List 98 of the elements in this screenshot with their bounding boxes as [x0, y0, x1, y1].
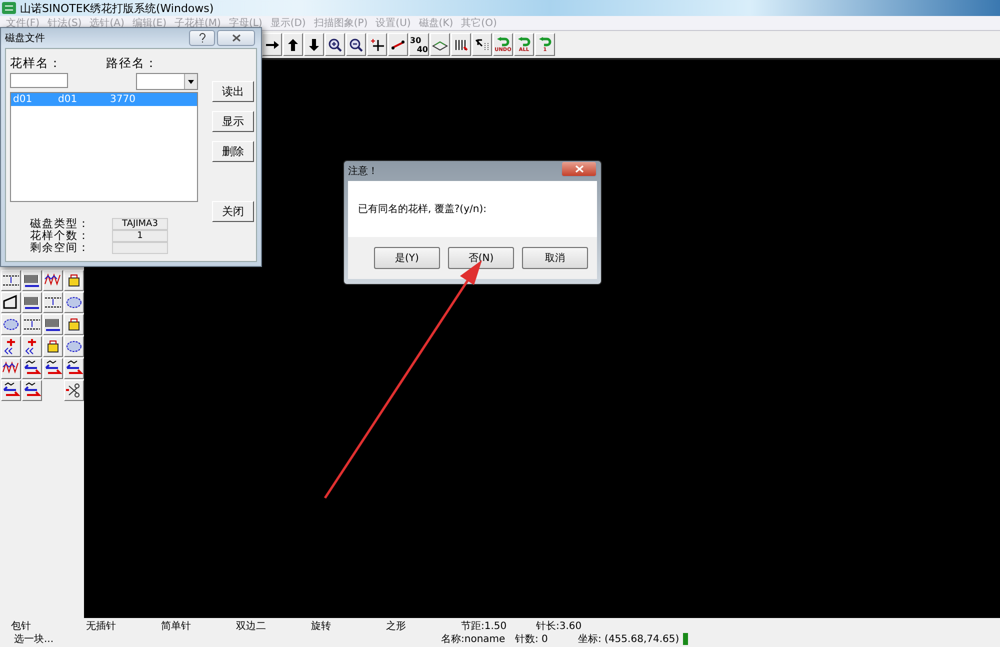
- stitch-tool-button[interactable]: [22, 292, 42, 313]
- close-icon: [232, 34, 240, 42]
- dialog-button[interactable]: 显示: [212, 111, 254, 132]
- zoom-in-icon: [327, 38, 343, 52]
- close-button[interactable]: [217, 30, 255, 46]
- stitches-button[interactable]: [451, 33, 471, 56]
- dialog-button[interactable]: 读出: [212, 81, 254, 102]
- stitch-tool-button[interactable]: [64, 270, 84, 291]
- plus-icon: [369, 38, 385, 52]
- path-label: 路径名：: [106, 55, 158, 72]
- stitch-tool-button[interactable]: [43, 292, 63, 313]
- fill-icon: [2, 316, 20, 333]
- info-value: TAJIMA3: [112, 218, 168, 230]
- status-text: 之形: [386, 620, 407, 633]
- stitch-tool-button[interactable]: [64, 292, 84, 313]
- stitch-tool-button[interactable]: [22, 336, 42, 357]
- pointer-icon: [474, 38, 490, 52]
- arrow-down-button[interactable]: [304, 33, 324, 56]
- layers-button[interactable]: [430, 33, 450, 56]
- status-text: 针长:3.60: [536, 620, 583, 633]
- file-row[interactable]: d01 d01 3770: [11, 93, 197, 106]
- caret-icon: [188, 80, 194, 84]
- empty-value-field: [112, 242, 168, 254]
- stitch-tool-button[interactable]: [43, 270, 63, 291]
- satin-stitch-icon: [23, 272, 41, 289]
- stitch-count: 针数: 0: [515, 633, 549, 646]
- zoom-out-icon: [348, 38, 364, 52]
- status-text: 双边二: [236, 620, 267, 633]
- fill-icon: [65, 338, 83, 355]
- stitch-tool-button[interactable]: [43, 314, 63, 335]
- dialog-button[interactable]: 删除: [212, 141, 254, 162]
- close-dialog-button[interactable]: 关闭: [212, 201, 254, 222]
- swap-arrows-icon: [65, 360, 83, 377]
- arrow-right-button[interactable]: [262, 33, 282, 56]
- stitch-tool-button[interactable]: [64, 314, 84, 335]
- stitch-tool-button[interactable]: [1, 292, 21, 313]
- stitch-tool-button[interactable]: [64, 336, 84, 357]
- arrow-up-button[interactable]: [283, 33, 303, 56]
- stitch-tool-button[interactable]: [43, 336, 63, 357]
- alert-message: 已有同名的花样, 覆盖?(y/n):: [358, 202, 486, 216]
- stitch-tool-button[interactable]: [1, 380, 21, 401]
- alert-title: 注意！: [348, 164, 378, 178]
- status-name: 名称:noname: [441, 633, 506, 646]
- slant-icon: [2, 294, 20, 311]
- info-value: 1: [112, 230, 168, 242]
- stitch-tool-button[interactable]: [22, 314, 42, 335]
- swap-arrows-icon: [44, 360, 62, 377]
- stitch-tool-button[interactable]: [1, 314, 21, 335]
- pattern-name-field[interactable]: [10, 73, 68, 88]
- dialog-title: 磁盘文件: [5, 32, 45, 45]
- status-indicator: [683, 633, 688, 645]
- coordinates: 坐标: (455.68,74.65): [578, 632, 680, 646]
- satin-stitch-icon: [23, 294, 41, 311]
- swap-arrows-icon: [23, 382, 41, 399]
- alert-button[interactable]: 是(Y): [374, 247, 440, 269]
- add-point-button[interactable]: [367, 33, 387, 56]
- status-text: 包针: [11, 620, 32, 633]
- scale-button[interactable]: 30 40: [409, 33, 429, 56]
- swap-arrows-icon: [2, 382, 20, 399]
- stitch-tool-button[interactable]: [22, 380, 42, 401]
- status-text: 简单针: [161, 620, 192, 633]
- status-hint: 选一块...: [14, 632, 55, 646]
- line-button[interactable]: [388, 33, 408, 56]
- undo-icon: [538, 36, 552, 48]
- info-label: 花样个数：: [30, 230, 91, 242]
- stitch-tool-button[interactable]: [64, 358, 84, 379]
- window-title: 山诺SINOTEK绣花打版系统(Windows): [20, 0, 214, 16]
- stitch-tool-button[interactable]: [43, 358, 63, 379]
- stitch-tool-button[interactable]: [64, 380, 84, 401]
- swap-arrows-icon: [23, 360, 41, 377]
- help-icon: [198, 33, 206, 43]
- help-button[interactable]: [189, 30, 215, 46]
- info-label: 剩余空间：: [30, 242, 91, 254]
- stitch-tool-button[interactable]: [1, 358, 21, 379]
- pattern-name-label: 花样名：: [10, 55, 62, 72]
- undo-icon: [496, 36, 510, 48]
- close-button[interactable]: [561, 161, 597, 177]
- stitches-icon: [453, 38, 469, 52]
- close-icon: [574, 165, 584, 173]
- zoom-in-button[interactable]: [325, 33, 345, 56]
- stitch-tool-button[interactable]: [1, 336, 21, 357]
- stitch-tool-button[interactable]: [1, 270, 21, 291]
- undo-icon: [517, 36, 531, 48]
- info-label: 磁盘类型：: [30, 218, 91, 230]
- status-text: 旋转: [311, 620, 332, 633]
- satin-stitch-icon: [44, 316, 62, 333]
- alert-button[interactable]: 取消: [522, 247, 588, 269]
- stitch-tool-button[interactable]: [22, 358, 42, 379]
- alert-button[interactable]: 否(N): [448, 247, 514, 269]
- stitch-tool-button[interactable]: [22, 270, 42, 291]
- status-text: 无插针: [86, 620, 117, 633]
- zoom-out-button[interactable]: [346, 33, 366, 56]
- line-icon: [390, 38, 406, 52]
- status-text: 节距:1.50: [461, 620, 508, 633]
- path-dropdown[interactable]: [136, 73, 198, 90]
- app-icon: [2, 2, 16, 14]
- pointer-button[interactable]: [472, 33, 492, 56]
- fill-icon: [65, 294, 83, 311]
